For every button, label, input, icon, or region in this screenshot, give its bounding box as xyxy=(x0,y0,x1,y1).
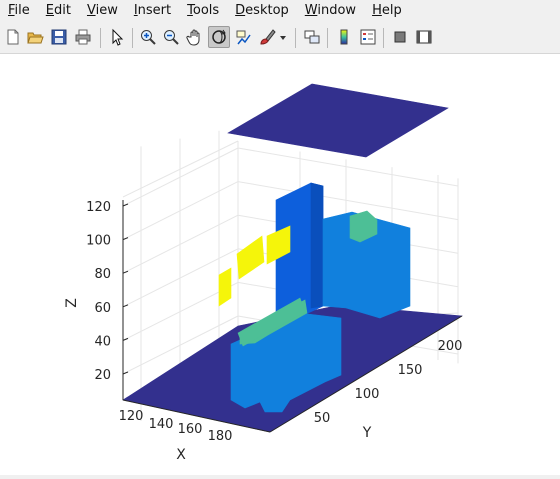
menu-item[interactable]: Edit xyxy=(38,0,71,22)
z-tick-label: 40 xyxy=(94,334,111,349)
brush-dropdown-icon[interactable] xyxy=(276,26,290,48)
pan-icon[interactable] xyxy=(184,26,206,48)
menu-item[interactable]: Help xyxy=(364,0,402,22)
zoom-out-icon[interactable] xyxy=(160,26,182,48)
new-figure-icon[interactable] xyxy=(2,26,24,48)
z-axis-label: Z xyxy=(64,298,80,308)
x-tick-label: 120 xyxy=(119,409,144,424)
y-tick-label: 100 xyxy=(355,387,380,402)
figure-canvas[interactable]: 20 40 60 80 100 120 120 140 160 180 50 100 150 200 X Y Z xyxy=(0,54,560,475)
link-plot-icon[interactable] xyxy=(301,26,323,48)
colorbar-icon[interactable] xyxy=(333,26,355,48)
z-tick-label: 60 xyxy=(94,301,111,316)
yellow-plane xyxy=(236,235,265,280)
z-tick-label: 120 xyxy=(86,200,111,215)
menu-item[interactable]: Window xyxy=(297,0,356,22)
y-tick-label: 200 xyxy=(438,339,463,354)
column-side xyxy=(310,182,324,309)
z-tick-label: 20 xyxy=(94,368,111,383)
zoom-in-icon[interactable] xyxy=(137,26,159,48)
menu-item[interactable]: Insert xyxy=(126,0,171,22)
save-icon[interactable] xyxy=(48,26,70,48)
data-cursor-icon[interactable] xyxy=(232,26,254,48)
3d-axes[interactable]: 20 40 60 80 100 120 120 140 160 180 50 100 150 200 X Y Z xyxy=(0,54,560,475)
y-tick-label: 50 xyxy=(314,411,331,426)
brush-icon[interactable] xyxy=(256,26,278,48)
yellow-plane xyxy=(218,267,232,307)
x-tick-label: 140 xyxy=(149,417,174,432)
open-icon[interactable] xyxy=(24,26,46,48)
menu-item[interactable]: View xyxy=(79,0,118,22)
z-tick-label: 80 xyxy=(94,267,111,282)
ceiling-slab xyxy=(227,83,449,158)
y-tick-label: 150 xyxy=(398,363,423,378)
rotate-3d-icon[interactable] xyxy=(208,26,230,48)
figure-toolbar xyxy=(0,23,560,54)
menu-item[interactable]: File xyxy=(0,0,30,22)
legend-icon[interactable] xyxy=(357,26,379,48)
x-tick-label: 180 xyxy=(208,429,233,444)
show-plot-tools-icon[interactable] xyxy=(413,26,435,48)
print-icon[interactable] xyxy=(72,26,94,48)
menu-item[interactable]: Desktop xyxy=(227,0,289,22)
menu-bar: File Edit View Insert Tools Desktop Window Help xyxy=(0,0,560,22)
menu-item[interactable]: Tools xyxy=(179,0,219,22)
z-tick-label: 100 xyxy=(86,234,111,249)
pointer-icon[interactable] xyxy=(106,26,128,48)
x-axis-label: X xyxy=(176,447,186,463)
x-tick-label: 160 xyxy=(178,422,203,437)
y-axis-label: Y xyxy=(362,425,372,441)
hide-plot-tools-icon[interactable] xyxy=(389,26,411,48)
